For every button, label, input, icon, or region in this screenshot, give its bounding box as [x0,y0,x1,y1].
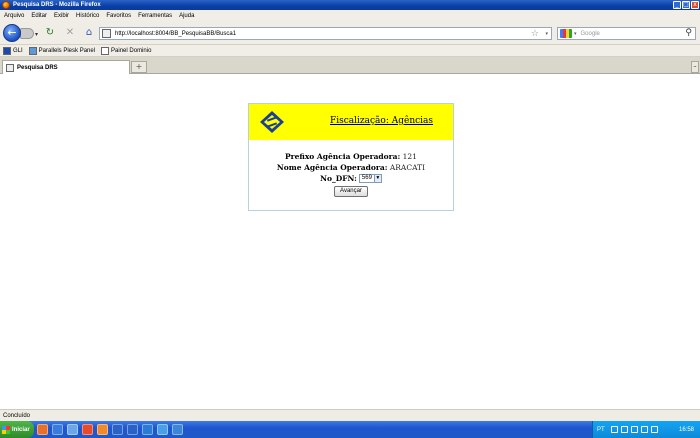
menu-exibir[interactable]: Exibir [54,13,69,19]
form-card: Fiscalização: Agências Prefixo Agência O… [248,103,454,211]
menu-bar: Arquivo Editar Exibir Histórico Favorito… [0,10,700,21]
bookmark-gli[interactable]: GLI [3,46,23,55]
prefixo-value: 121 [402,152,417,161]
bookmark-star-icon[interactable]: ☆ [531,29,539,39]
volume-icon[interactable] [640,426,648,433]
system-tray: PT 16:58 [592,421,700,438]
home-icon[interactable]: ⌂ [83,27,95,39]
app2-taskbar-icon[interactable] [97,424,108,435]
navigation-toolbar: ← ▾ ↻ ✕ ⌂ http://localhost:8004/BB_Pesqu… [0,21,700,45]
tray-icons [610,426,658,433]
google-engine-icon[interactable] [560,29,572,38]
chevron-down-icon[interactable]: ▼ [373,175,381,182]
reload-icon[interactable]: ↻ [44,27,56,39]
dfn-selected-value: 569 [361,175,372,181]
security-icon[interactable] [620,426,628,433]
tab-bar: Pesquisa DRS + – [0,57,700,74]
back-button[interactable]: ← [3,24,21,42]
app-taskbar-icon[interactable] [82,424,93,435]
ie-taskbar-icon[interactable] [52,424,63,435]
start-button[interactable]: Iniciar [0,421,34,438]
firefox-taskbar-icon[interactable] [37,424,48,435]
nome-value: ARACATI [389,163,426,172]
search-input[interactable]: Google [581,31,600,37]
page-title[interactable]: Fiscalização: Agências [330,116,433,126]
form-body: Prefixo Agência Operadora: 121 Nome Agên… [249,151,453,197]
app7-taskbar-icon[interactable] [172,424,183,435]
window-controls: _ □ x [673,1,699,9]
menu-historico[interactable]: Histórico [76,13,99,19]
nome-label: Nome Agência Operadora: [276,163,388,172]
close-button[interactable]: x [691,1,699,9]
bookmark-painel-dominio[interactable]: Painel Dominio [101,46,152,55]
forward-button[interactable] [20,28,34,39]
windows-logo-icon [2,425,10,434]
search-icon[interactable]: ⚲ [685,28,692,38]
bookmark-label: GLI [13,47,23,54]
windows-taskbar: Iniciar PT 16:58 [0,421,700,438]
search-bar[interactable]: ▾ Google ⚲ [557,27,696,40]
explorer-taskbar-icon[interactable] [67,424,78,435]
page-icon [101,46,110,55]
banco-do-brasil-logo-icon [260,111,284,133]
page-content: Fiscalização: Agências Prefixo Agência O… [0,75,700,409]
new-tab-button[interactable]: + [131,61,147,73]
dfn-select[interactable]: 569 ▼ [358,174,382,183]
start-label: Iniciar [12,426,30,433]
plesk-icon [28,46,37,55]
status-bar: Concluído [0,409,700,421]
update-icon[interactable] [630,426,638,433]
bookmark-plesk[interactable]: Parallels Plesk Panel [28,46,96,55]
engine-dropdown-icon[interactable]: ▾ [574,31,577,37]
menu-editar[interactable]: Editar [31,13,47,19]
maximize-button[interactable]: □ [682,1,690,9]
dfn-row: No_DFN: 569 ▼ [249,173,453,184]
bookmark-label: Parallels Plesk Panel [38,47,96,54]
network-icon[interactable] [610,426,618,433]
url-text[interactable]: http://localhost:8004/BB_PesquisaBB/Busc… [115,31,236,37]
bookmark-label: Painel Dominio [111,47,152,54]
menu-arquivo[interactable]: Arquivo [4,13,24,19]
prefixo-label: Prefixo Agência Operadora: [285,152,401,161]
tab-favicon-icon [6,63,14,72]
menu-ajuda[interactable]: Ajuda [179,13,194,19]
tray-app-icon[interactable] [650,426,658,433]
quick-launch [37,424,183,435]
prefixo-row: Prefixo Agência Operadora: 121 [249,151,453,162]
card-header: Fiscalização: Agências [249,104,453,140]
language-indicator[interactable]: PT [597,427,605,433]
dfn-label: No_DFN: [320,174,357,183]
app6-taskbar-icon[interactable] [157,424,168,435]
history-dropdown-icon[interactable]: ▾ [35,31,38,38]
menu-ferramentas[interactable]: Ferramentas [138,13,172,19]
app3-taskbar-icon[interactable] [112,424,123,435]
status-text: Concluído [3,412,31,419]
address-bar[interactable]: http://localhost:8004/BB_PesquisaBB/Busc… [99,27,552,40]
tab-list-button[interactable]: – [691,61,699,73]
firefox-icon [2,1,10,9]
stop-icon[interactable]: ✕ [64,27,76,39]
gli-icon [3,46,11,55]
nome-row: Nome Agência Operadora: ARACATI [249,162,453,173]
tab-pesquisa-drs[interactable]: Pesquisa DRS [2,60,130,74]
app5-taskbar-icon[interactable] [142,424,153,435]
menu-favoritos[interactable]: Favoritos [106,13,131,19]
page-favicon-icon [102,29,111,38]
minimize-button[interactable]: _ [673,1,681,9]
tab-label: Pesquisa DRS [17,64,58,71]
window-title-bar: Pesquisa DRS - Mozilla Firefox _ □ x [0,0,700,10]
clock[interactable]: 16:58 [679,427,694,433]
avancar-button[interactable]: Avançar [334,186,368,197]
url-dropdown-icon[interactable]: ▾ [545,31,548,37]
app4-taskbar-icon[interactable] [127,424,138,435]
bookmarks-toolbar: GLI Parallels Plesk Panel Painel Dominio [0,45,700,57]
window-title: Pesquisa DRS - Mozilla Firefox [13,2,101,8]
